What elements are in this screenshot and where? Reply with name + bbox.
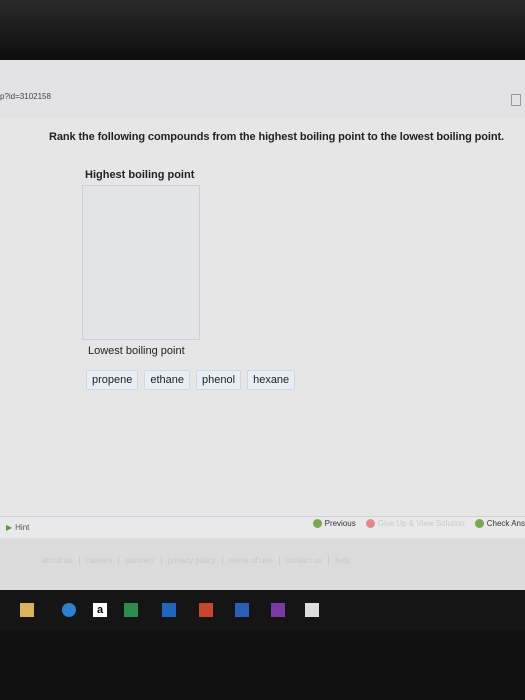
nav-buttons: Previous Give Up & View Solution Check A… bbox=[312, 519, 525, 528]
footer-link-privacy[interactable]: privacy policy bbox=[160, 556, 216, 565]
compound-items: propene ethane phenol hexane bbox=[86, 370, 296, 390]
monitor-bottom-bezel bbox=[0, 630, 525, 700]
footer-link-careers[interactable]: careers bbox=[78, 556, 112, 565]
store-icon[interactable] bbox=[305, 603, 319, 617]
check-answer-button[interactable]: Check Ans bbox=[474, 519, 525, 528]
ranking-drop-zone[interactable] bbox=[82, 185, 200, 340]
outlook-icon[interactable] bbox=[162, 603, 176, 617]
footer-link-help[interactable]: help bbox=[328, 556, 350, 565]
excel-icon[interactable] bbox=[124, 603, 138, 617]
amazon-icon[interactable]: a bbox=[93, 603, 107, 617]
compound-chip-hexane[interactable]: hexane bbox=[247, 370, 296, 390]
browser-screen: p?id=3102158 Rank the following compound… bbox=[0, 60, 525, 590]
site-footer: about us careers partners privacy policy… bbox=[0, 538, 525, 590]
file-explorer-icon[interactable] bbox=[20, 603, 34, 617]
footer-link-contact[interactable]: contact us bbox=[278, 556, 322, 565]
lightbulb-icon: ▶ bbox=[6, 523, 13, 532]
edge-icon[interactable] bbox=[62, 603, 76, 617]
url-text: p?id=3102158 bbox=[0, 92, 51, 101]
give-up-label: Give Up & View Solution bbox=[377, 519, 465, 528]
compound-chip-ethane[interactable]: ethane bbox=[144, 370, 191, 390]
address-bar[interactable]: p?id=3102158 bbox=[0, 60, 525, 118]
previous-label: Previous bbox=[324, 519, 356, 528]
question-text: Rank the following compounds from the hi… bbox=[49, 131, 504, 143]
give-up-icon bbox=[365, 519, 375, 528]
windows-taskbar: a bbox=[0, 590, 525, 630]
lowest-boiling-label: Lowest boiling point bbox=[88, 345, 185, 357]
powerpoint-icon[interactable] bbox=[199, 603, 213, 617]
previous-icon bbox=[312, 519, 322, 528]
footer-link-partners[interactable]: partners bbox=[118, 556, 155, 565]
footer-link-about[interactable]: about us bbox=[42, 556, 73, 565]
question-nav-bar: ▶ Hint Previous Give Up & View Solution … bbox=[0, 516, 525, 539]
onenote-icon[interactable] bbox=[271, 603, 285, 617]
hint-label: Hint bbox=[15, 523, 30, 532]
previous-button[interactable]: Previous bbox=[312, 519, 356, 528]
bookmark-icon[interactable] bbox=[511, 94, 521, 106]
word-icon[interactable] bbox=[235, 603, 249, 617]
footer-link-terms[interactable]: terms of use bbox=[221, 556, 273, 565]
compound-chip-phenol[interactable]: phenol bbox=[196, 370, 242, 390]
footer-links: about us careers partners privacy policy… bbox=[42, 556, 350, 565]
compound-chip-propene[interactable]: propene bbox=[86, 370, 139, 390]
hint-button[interactable]: ▶ Hint bbox=[6, 523, 29, 532]
give-up-button[interactable]: Give Up & View Solution bbox=[365, 519, 465, 528]
check-icon bbox=[474, 519, 484, 528]
check-answer-label: Check Ans bbox=[486, 519, 525, 528]
highest-boiling-label: Highest boiling point bbox=[85, 169, 195, 181]
question-panel: Rank the following compounds from the hi… bbox=[0, 118, 525, 516]
monitor-top-bezel bbox=[0, 0, 525, 60]
